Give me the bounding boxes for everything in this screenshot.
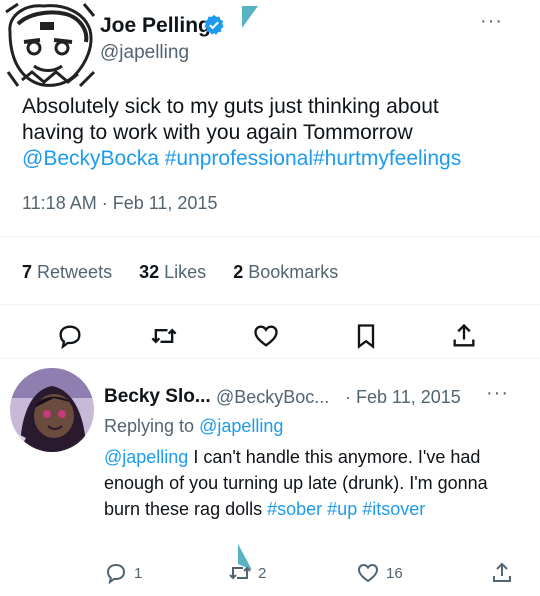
avatar-sketch[interactable] bbox=[4, 2, 96, 88]
hashtag-link[interactable]: #unprofessional#hurtmyfeelings bbox=[165, 147, 462, 170]
reply-display-name[interactable]: Becky Slo... bbox=[104, 386, 211, 408]
more-icon[interactable]: ··· bbox=[480, 10, 503, 33]
replying-to-link[interactable]: @japelling bbox=[199, 416, 283, 436]
reply-tweet[interactable]: Becky Slo... @BeckyBoc... · Feb 11, 2015… bbox=[0, 360, 540, 596]
tweet-text-line2: having to work with you again Tommorrow bbox=[22, 121, 413, 144]
main-tweet: Joe Pelling @japelling ··· Absolutely si… bbox=[0, 0, 540, 358]
bookmarks-stat[interactable]: 2 Bookmarks bbox=[233, 262, 338, 282]
likes-stat[interactable]: 32 Likes bbox=[139, 262, 206, 282]
verified-badge-icon bbox=[204, 14, 224, 35]
avatar[interactable] bbox=[10, 368, 94, 452]
reply-icon bbox=[106, 563, 126, 585]
reply-actions: 1 2 16 bbox=[0, 560, 540, 590]
reply-count: 1 bbox=[134, 564, 143, 582]
replying-to: Replying to @japelling bbox=[104, 416, 284, 436]
more-icon[interactable]: ··· bbox=[486, 382, 509, 405]
tweet-text-line1: Absolutely sick to my guts just thinking… bbox=[22, 95, 439, 118]
timestamp[interactable]: 11:18 AM · Feb 11, 2015 bbox=[22, 193, 217, 214]
bookmark-icon bbox=[357, 324, 375, 349]
retweet-count: 2 bbox=[258, 564, 267, 582]
reply-icon bbox=[59, 325, 81, 350]
retweets-stat[interactable]: 7 Retweets bbox=[22, 262, 112, 282]
retweet-icon bbox=[229, 566, 251, 580]
share-button[interactable] bbox=[490, 560, 520, 586]
share-icon bbox=[493, 562, 511, 582]
share-icon bbox=[453, 323, 475, 347]
like-count: 16 bbox=[386, 564, 403, 582]
handle[interactable]: @japelling bbox=[100, 42, 189, 64]
decorative-triangle bbox=[242, 6, 258, 28]
divider bbox=[0, 358, 540, 359]
tweet-text-line3: @BeckyBocka #unprofessional#hurtmyfeelin… bbox=[22, 146, 527, 172]
reply-button[interactable] bbox=[56, 322, 84, 350]
tweet-actions bbox=[0, 322, 540, 356]
divider bbox=[0, 236, 540, 237]
reply-handle[interactable]: @BeckyBoc... bbox=[216, 387, 329, 408]
divider bbox=[0, 304, 540, 305]
like-icon bbox=[254, 325, 278, 347]
like-button[interactable] bbox=[252, 322, 280, 350]
mention-link[interactable]: @BeckyBocka bbox=[22, 147, 159, 170]
display-name[interactable]: Joe Pelling bbox=[100, 14, 211, 38]
share-button[interactable] bbox=[450, 322, 478, 350]
reply-date[interactable]: Feb 11, 2015 bbox=[356, 387, 461, 408]
reply-text: @japelling I can't handle this anymore. … bbox=[104, 444, 524, 522]
bookmark-button[interactable] bbox=[352, 322, 380, 350]
reply-button[interactable]: 1 bbox=[104, 560, 142, 586]
mention-link[interactable]: @japelling bbox=[104, 447, 188, 467]
hashtag-up[interactable]: #up bbox=[327, 499, 357, 519]
tweet-text: Absolutely sick to my guts just thinking… bbox=[22, 94, 527, 172]
hashtag-itsover[interactable]: #itsover bbox=[362, 499, 425, 519]
retweet-icon bbox=[151, 328, 177, 344]
like-icon bbox=[357, 563, 379, 583]
like-button[interactable]: 16 bbox=[356, 560, 403, 586]
engagement-stats: 7 Retweets 32 Likes 2 Bookmarks bbox=[22, 262, 360, 283]
hashtag-sober[interactable]: #sober bbox=[267, 499, 322, 519]
separator-dot: · bbox=[345, 387, 351, 407]
retweet-button[interactable] bbox=[150, 322, 178, 350]
retweet-button[interactable]: 2 bbox=[228, 560, 266, 586]
